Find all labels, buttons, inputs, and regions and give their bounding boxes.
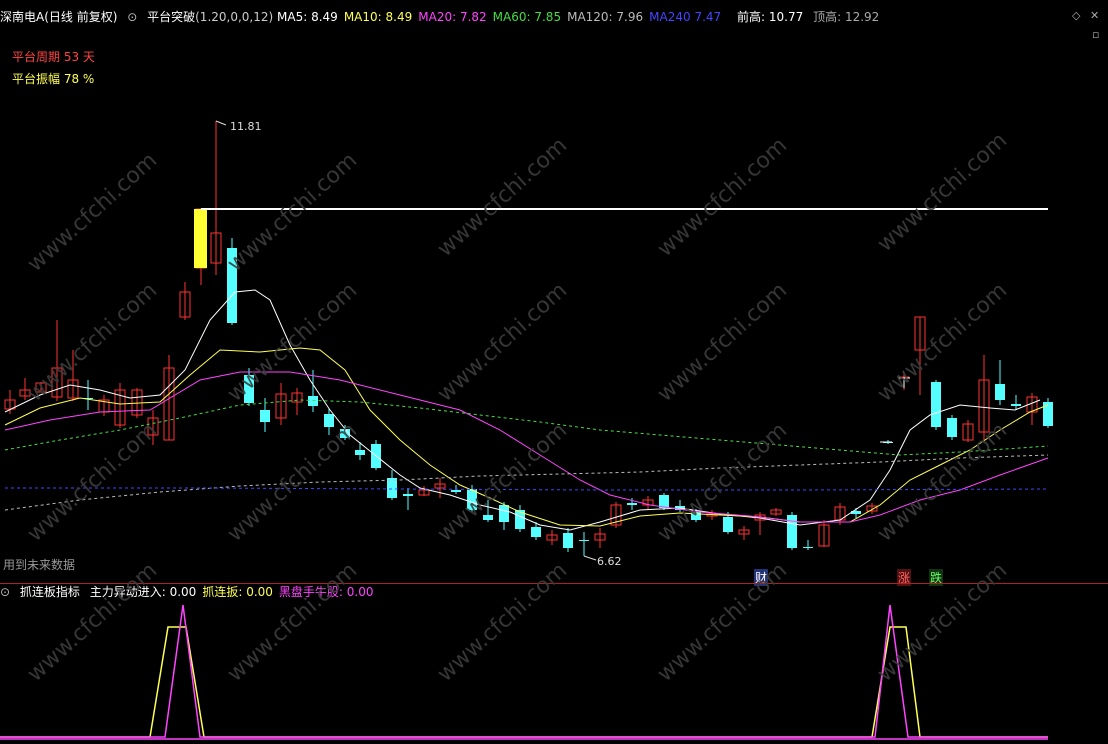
high-marker-arrow xyxy=(215,120,227,126)
candle-body xyxy=(483,515,493,520)
ma-legend-item: MA240 7.47 xyxy=(649,10,721,24)
indicator-name[interactable]: 平台突破(1.20,0,0,12) xyxy=(147,10,273,24)
candle-body xyxy=(1043,402,1053,426)
ma-label: MA60: xyxy=(492,10,531,24)
ma-legend-item: MA20: 7.82 xyxy=(418,10,486,24)
candle-body xyxy=(579,540,589,541)
candle-body xyxy=(1011,404,1021,406)
candle-body xyxy=(995,384,1005,400)
platform-amplitude-value: 78 % xyxy=(63,72,95,86)
sub-indicator-value: 0.00 xyxy=(165,585,197,599)
ma-value: 8.49 xyxy=(307,10,338,24)
settings-icon[interactable]: ⊙ xyxy=(127,10,137,24)
candle-body xyxy=(627,503,637,505)
main-chart-header: 深南电A(日线 前复权) ⊙ 平台突破(1.20,0,0,12) MA5: 8.… xyxy=(0,8,1060,26)
diamond-icon[interactable]: ◇ xyxy=(1072,9,1080,22)
candle-body xyxy=(787,515,797,548)
indicator-name-text: 平台突破 xyxy=(147,10,196,24)
platform-period-value: 53 天 xyxy=(63,50,95,64)
sub-indicator-name[interactable]: 抓连板指标 xyxy=(20,585,80,599)
platform-amplitude-label: 平台振幅 xyxy=(12,72,61,86)
candle-body xyxy=(931,382,941,427)
top-high-label: 顶高: xyxy=(813,10,842,24)
candle-body xyxy=(308,396,318,406)
candle-body xyxy=(324,414,334,427)
sub-indicator-label: 抓连扳: xyxy=(202,585,243,599)
ma-label: MA20: xyxy=(418,10,457,24)
ma-value: 7.96 xyxy=(612,10,644,24)
ma-value: 7.47 xyxy=(690,10,722,24)
candle-body xyxy=(723,517,733,532)
platform-period: 平台周期 53 天 xyxy=(12,48,95,65)
ma-label: MA240 xyxy=(649,10,691,24)
high-marker: 11.81 xyxy=(230,120,262,133)
ma-label: MA5: xyxy=(277,10,308,24)
prev-high: 前高: 10.77 xyxy=(737,10,803,24)
candle-body xyxy=(387,478,397,498)
ma-value: 7.82 xyxy=(456,10,487,24)
prev-high-value: 10.77 xyxy=(768,10,804,24)
limit-up-bar xyxy=(194,209,207,268)
ma-label: MA120: xyxy=(567,10,613,24)
platform-amplitude: 平台振幅 78 % xyxy=(12,70,94,87)
ma-value: 8.49 xyxy=(381,10,413,24)
candle-body xyxy=(563,533,573,548)
candle-body xyxy=(803,547,813,548)
candle-body xyxy=(499,505,509,522)
indicator-params: (1.20,0,0,12) xyxy=(195,10,274,24)
low-marker: 6.62 xyxy=(597,555,622,568)
ma-legend-item: MA5: 8.49 xyxy=(277,10,338,24)
candle-body xyxy=(403,494,413,496)
top-menu-strip xyxy=(0,0,1108,7)
close-panel-icon[interactable]: ✕ xyxy=(1090,9,1099,22)
candle-body xyxy=(260,410,270,422)
sub-indicator-value: 0.00 xyxy=(242,585,273,599)
ma-label: MA10: xyxy=(343,10,382,24)
ma-value: 7.85 xyxy=(530,10,562,24)
candle-body xyxy=(451,490,461,492)
candle-body xyxy=(531,527,541,537)
sub-indicator-item: 抓连扳: 0.00 xyxy=(202,585,273,599)
top-high-value: 12.92 xyxy=(844,10,880,24)
ma240-line xyxy=(5,487,1049,491)
platform-period-label: 平台周期 xyxy=(12,50,61,64)
ma-legend-item: MA10: 8.49 xyxy=(344,10,412,24)
candle-body xyxy=(947,418,957,437)
stock-name[interactable]: 深南电A(日线 前复权) xyxy=(0,10,117,24)
top-high: 顶高: 12.92 xyxy=(813,10,879,24)
ma-legend: MA5: 8.49 MA10: 8.49 MA20: 7.82 MA60: 7.85 M… xyxy=(277,10,727,24)
candle-body xyxy=(355,450,365,455)
settings-icon[interactable]: ⊙ xyxy=(0,585,10,599)
low-marker-arrow xyxy=(583,555,597,561)
prev-high-label: 前高: xyxy=(737,10,766,24)
future-data-note: 用到未来数据 xyxy=(3,558,76,572)
ma-legend-item: MA60: 7.85 xyxy=(493,10,561,24)
ma-legend-item: MA120: 7.96 xyxy=(567,10,643,24)
